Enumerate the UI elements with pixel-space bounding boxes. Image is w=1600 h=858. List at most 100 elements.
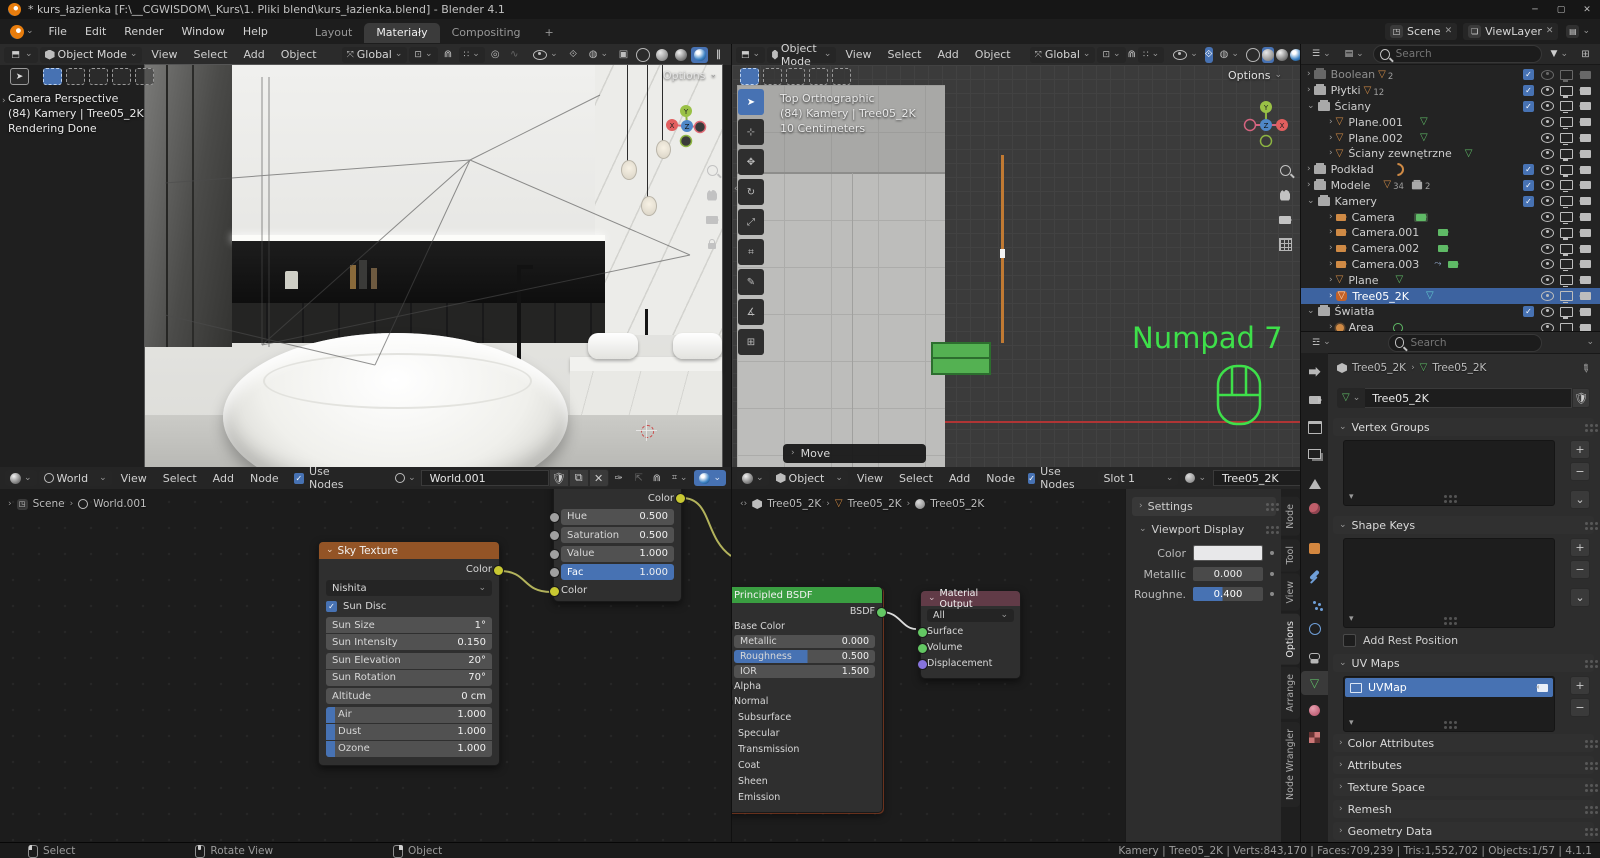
active-render-camera-icon[interactable] xyxy=(1537,684,1548,692)
pivot-point-dropdown[interactable]: ⊡⌄ xyxy=(1097,47,1125,63)
outliner-row-sciany[interactable]: ⌄ Ściany ✓ xyxy=(1301,99,1600,115)
disable-render-icon[interactable] xyxy=(1580,260,1591,268)
menu-add[interactable]: Add xyxy=(942,472,977,485)
tab-scene[interactable] xyxy=(1301,469,1328,493)
menu-help[interactable]: Help xyxy=(234,25,277,38)
color-attributes-panel[interactable]: › Color Attributes xyxy=(1333,734,1594,752)
disable-render-icon[interactable] xyxy=(1580,197,1591,205)
tab-constraints[interactable] xyxy=(1301,644,1328,668)
remove-vertex-group-button[interactable]: − xyxy=(1570,462,1590,481)
base-color-socket[interactable] xyxy=(732,622,733,633)
workspace-settings-button[interactable]: ▤ ⌄ xyxy=(1566,25,1590,38)
region-toggle-arrow[interactable]: › xyxy=(2,97,6,106)
fac-input-socket[interactable] xyxy=(549,567,560,578)
maximize-button[interactable]: ▢ xyxy=(1548,0,1574,19)
surface-input-socket[interactable] xyxy=(917,627,928,638)
texture-space-panel[interactable]: › Texture Space xyxy=(1333,778,1594,796)
normal-row[interactable]: Normal xyxy=(734,695,875,708)
outliner-row-podklad[interactable]: › Podkład ✓ xyxy=(1301,162,1600,178)
shader-type-dropdown[interactable]: World⌄ xyxy=(39,470,112,486)
use-nodes-checkbox[interactable]: ✓ xyxy=(294,473,304,484)
sun-intensity-slider[interactable]: Sun Intensity0.150 xyxy=(326,634,492,650)
material-output-node[interactable]: ⌄ Material Output All⌄ Surface Volume Di… xyxy=(920,590,1021,679)
shading-solid-button[interactable] xyxy=(653,47,670,63)
outliner-row-swiatla[interactable]: ⌄ Światła ✓ xyxy=(1301,304,1600,320)
menu-edit[interactable]: Edit xyxy=(76,25,115,38)
menu-add[interactable]: Add xyxy=(930,48,965,61)
navigation-gizmo[interactable]: X Y Z xyxy=(662,101,710,149)
menu-view[interactable]: View xyxy=(144,48,184,61)
disable-viewport-icon[interactable] xyxy=(1560,291,1573,301)
fac-slider[interactable]: Fac1.000 xyxy=(561,564,674,580)
use-nodes-toggle[interactable]: ✓ Use Nodes xyxy=(294,467,364,491)
roughness-slider[interactable]: 0.400 xyxy=(1193,587,1263,601)
shape-key-specials-button[interactable]: ⌄ xyxy=(1570,588,1590,607)
menu-window[interactable]: Window xyxy=(172,25,233,38)
select-intersect-mode-button[interactable] xyxy=(135,68,154,85)
sun-rotation-slider[interactable]: Sun Rotation70° xyxy=(326,670,492,686)
shader-editor-world[interactable]: ⌄ World⌄ View Select Add Node ✓ Use Node… xyxy=(0,467,731,842)
hide-eye-icon[interactable] xyxy=(1541,212,1554,222)
unlink-datablock-button[interactable]: ✕ xyxy=(589,469,609,487)
mode-dropdown[interactable]: Object Mode⌄ xyxy=(767,47,836,63)
mode-dropdown[interactable]: Object Mode⌄ xyxy=(40,47,143,63)
tab-options[interactable]: Options xyxy=(1281,614,1300,665)
area-light-gizmo[interactable] xyxy=(931,342,991,375)
exclude-checkbox[interactable]: ✓ xyxy=(1523,196,1534,207)
pan-hand-icon[interactable] xyxy=(1276,186,1294,204)
menu-add[interactable]: Add xyxy=(236,48,271,61)
hide-eye-icon[interactable] xyxy=(1541,180,1554,190)
camera-view-icon[interactable] xyxy=(1276,211,1294,229)
properties-options-icon[interactable]: ⌄ xyxy=(1586,338,1594,347)
select-intersect-mode-button[interactable] xyxy=(832,68,851,85)
disable-viewport-icon[interactable] xyxy=(1560,101,1573,111)
outliner-row-camera003[interactable]: › Camera.003⤳ xyxy=(1301,257,1600,273)
animate-dot[interactable] xyxy=(1270,572,1274,576)
section-sheen[interactable]: Sheen xyxy=(734,775,875,788)
breadcrumb-object[interactable]: Tree05_2K xyxy=(1352,362,1406,374)
value-input-socket[interactable] xyxy=(549,549,560,560)
menu-file[interactable]: File xyxy=(40,25,76,38)
tab-arrange[interactable]: Arrange xyxy=(1281,667,1300,719)
properties-editor-type-button[interactable]: ☲⌄ xyxy=(1307,335,1336,351)
menu-object[interactable]: Object xyxy=(968,48,1018,61)
world-node-canvas[interactable]: › ◳ Scene › World.001 ⌄ Sky Texture Colo xyxy=(0,489,731,842)
select-box-mode-button[interactable] xyxy=(43,68,62,85)
tool-select-box[interactable]: ➤ xyxy=(738,89,764,115)
camera-view-icon[interactable] xyxy=(703,211,721,229)
tool-transform[interactable]: ⌗ xyxy=(738,239,764,265)
proportional-edit-button[interactable]: ◎ xyxy=(487,47,504,63)
fake-user-shield-button[interactable]: 🛡 xyxy=(549,469,569,487)
list-filter-arrow[interactable]: ▾ xyxy=(1349,493,1354,502)
outliner-row-area[interactable]: › Area xyxy=(1301,320,1600,331)
disable-viewport-icon[interactable] xyxy=(1560,259,1573,269)
vertex-group-specials-button[interactable]: ⌄ xyxy=(1570,490,1590,509)
xray-toggle-button[interactable]: ▣ xyxy=(615,47,632,63)
outliner-row-camera001[interactable]: › Camera.001 xyxy=(1301,225,1600,241)
outliner-row-modele[interactable]: › Modele▽342 ✓ xyxy=(1301,178,1600,194)
section-specular[interactable]: Specular xyxy=(734,727,875,740)
show-gizmo-button[interactable]: ⟐ xyxy=(565,47,582,63)
parent-node-tree-button[interactable]: ⇱ xyxy=(631,470,647,486)
hide-eye-icon[interactable] xyxy=(1541,228,1554,238)
shader-type-dropdown[interactable]: Object⌄ xyxy=(771,470,848,486)
output-target-dropdown[interactable]: All⌄ xyxy=(927,609,1014,622)
node-preview-dropdown[interactable]: ⌄ xyxy=(694,470,726,486)
outliner-row-camera002[interactable]: › Camera.002 xyxy=(1301,241,1600,257)
hide-eye-icon[interactable] xyxy=(1541,86,1554,96)
grid-ortho-icon[interactable] xyxy=(1276,235,1294,253)
hide-eye-icon[interactable] xyxy=(1541,323,1554,331)
properties-search[interactable] xyxy=(1388,334,1542,352)
transform-orientation-dropdown[interactable]: ⤧Global⌄ xyxy=(342,47,408,63)
snap-settings-dropdown[interactable]: ∷⌄ xyxy=(1138,47,1164,63)
disable-viewport-icon[interactable] xyxy=(1560,196,1573,206)
section-transmission[interactable]: Transmission xyxy=(734,743,875,756)
section-coat[interactable]: Coat xyxy=(734,759,875,772)
breadcrumb-world[interactable]: World.001 xyxy=(93,498,146,510)
unlink-scene-icon[interactable]: ✕ xyxy=(1445,27,1453,36)
outliner-search[interactable] xyxy=(1373,45,1542,63)
add-rest-position-checkbox[interactable] xyxy=(1343,634,1356,647)
select-invert-mode-button[interactable] xyxy=(809,68,828,85)
snap-magnet-button[interactable]: ⋒ xyxy=(440,47,457,63)
sun-disc-row[interactable]: ✓ Sun Disc xyxy=(326,599,492,615)
